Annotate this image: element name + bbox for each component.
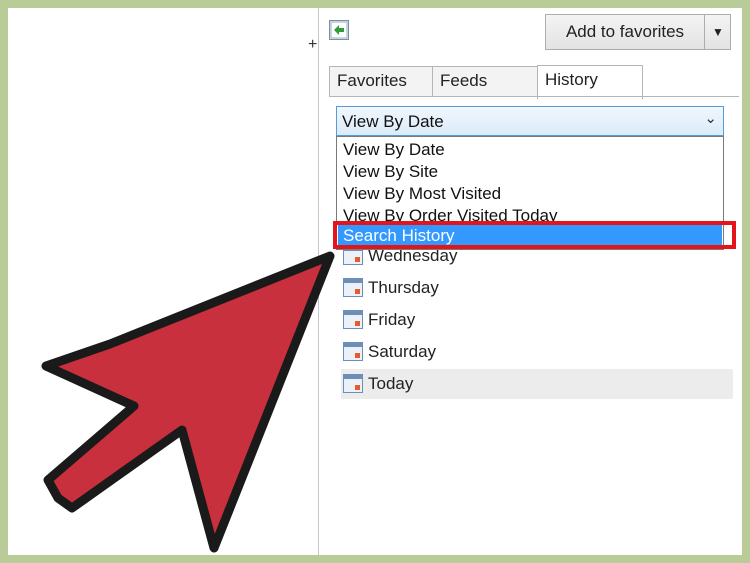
red-pointer-arrow bbox=[41, 251, 335, 553]
screenshot-frame: + Add to favorites ▼ Favorites Feeds His… bbox=[8, 8, 742, 555]
